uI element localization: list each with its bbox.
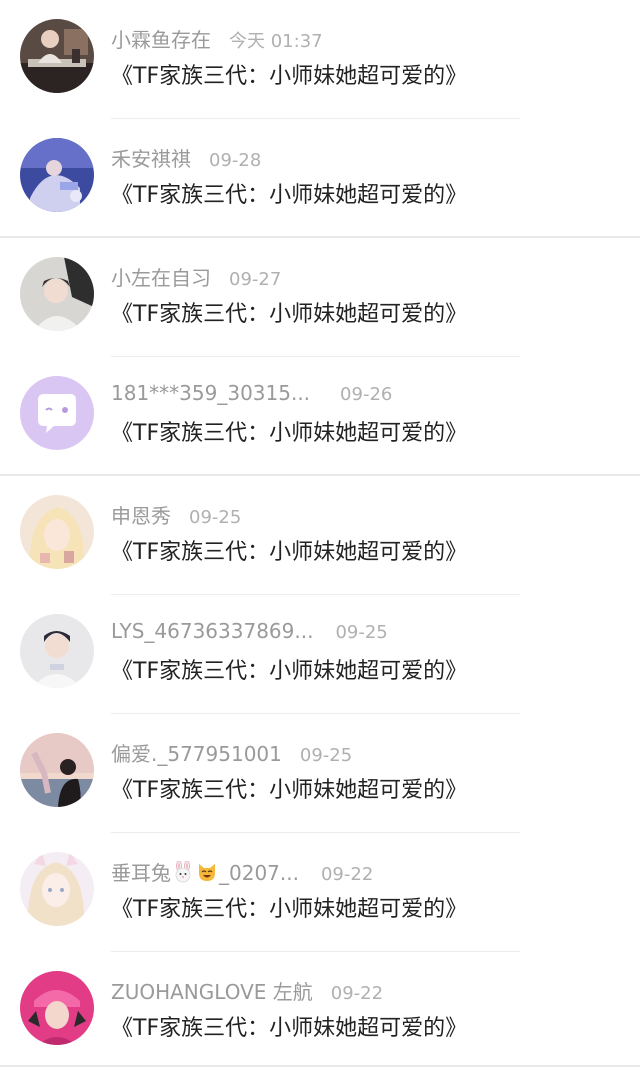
username[interactable]: 禾安祺祺 [111,143,191,172]
timestamp: 09-26 [340,384,393,405]
cat-face-icon [196,861,218,883]
comment-text: 《TF家族三代：小师妹她超可爱的》 [111,64,468,89]
blonde-girl-avatar[interactable] [20,495,94,569]
username[interactable]: 偏爱._577951001 [111,738,282,767]
person-at-desk-avatar[interactable] [20,19,94,93]
comment-meta: 小霖鱼存在 今天 01:37 [111,24,323,54]
comment-text: 《TF家族三代：小师妹她超可爱的》 [111,659,468,684]
comment-item[interactable]: ZUOHANGLOVE 左航 09-22 《TF家族三代：小师妹她超可爱的》 [0,952,640,1071]
timestamp: 09-27 [229,269,282,290]
comment-item[interactable]: 申恩秀 09-25 《TF家族三代：小师妹她超可爱的》 [0,476,640,595]
comment-text: 《TF家族三代：小师妹她超可爱的》 [111,421,468,446]
timestamp: 09-22 [330,983,384,1004]
comment-meta: 禾安祺祺 09-28 [111,143,261,173]
username[interactable]: 小左在自习 [111,262,211,291]
sunset-couple-avatar[interactable] [20,733,94,807]
timestamp: 09-25 [189,507,242,528]
timestamp: 09-25 [335,622,388,643]
username[interactable]: 181***359_30315... [111,381,310,405]
pink-hat-boy-avatar[interactable] [20,971,94,1045]
comment-item[interactable]: 181***359_30315... 09-26 《TF家族三代：小师妹她超可爱… [0,357,640,476]
comment-text: 《TF家族三代：小师妹她超可爱的》 [111,302,468,327]
timestamp: 今天 01:37 [229,31,323,52]
username-suffix: _0207... [219,861,299,885]
comment-meta: 181***359_30315... 09-26 [111,381,392,411]
comment-list: 小霖鱼存在 今天 01:37 《TF家族三代：小师妹她超可爱的》 禾安祺祺 09… [0,0,640,1067]
comment-text: 《TF家族三代：小师妹她超可爱的》 [111,183,468,208]
username-prefix: 垂耳兔 [111,861,171,885]
username[interactable]: LYS_46736337869... [111,619,313,643]
comment-meta: ZUOHANGLOVE 左航 09-22 [111,976,383,1006]
username[interactable]: 小霖鱼存在 [111,24,211,53]
comment-text: 《TF家族三代：小师妹她超可爱的》 [111,778,468,803]
comment-meta: LYS_46736337869... 09-25 [111,619,388,649]
comment-item[interactable]: 小左在自习 09-27 《TF家族三代：小师妹她超可爱的》 [0,238,640,357]
comment-meta: 垂耳兔 _0207... 09-22 [111,857,373,887]
username[interactable]: 申恩秀 [111,500,171,529]
rabbit-face-icon [172,860,194,883]
comment-text: 《TF家族三代：小师妹她超可爱的》 [111,540,468,565]
username[interactable]: ZUOHANGLOVE 左航 [111,976,313,1005]
comment-text: 《TF家族三代：小师妹她超可爱的》 [111,897,468,922]
comment-meta: 小左在自习 09-27 [111,262,281,292]
boy-portrait-avatar[interactable] [20,257,94,331]
comment-item[interactable]: 禾安祺祺 09-28 《TF家族三代：小师妹她超可爱的》 [0,119,640,238]
comment-item[interactable]: 垂耳兔 _0207... 09-22 《TF家族三代：小师妹她超可爱的》 [0,833,640,952]
comment-item[interactable]: LYS_46736337869... 09-25 《TF家族三代：小师妹她超可爱… [0,595,640,714]
comment-meta: 偏爱._577951001 09-25 [111,738,352,768]
anime-girl-avatar[interactable] [20,852,94,926]
username[interactable]: 垂耳兔 _0207... [111,857,299,886]
comment-text: 《TF家族三代：小师妹她超可爱的》 [111,1016,468,1041]
default-chat-bubble-avatar[interactable] [20,376,94,450]
timestamp: 09-28 [209,150,262,171]
concert-stage-avatar[interactable] [20,138,94,212]
comment-item[interactable]: 小霖鱼存在 今天 01:37 《TF家族三代：小师妹她超可爱的》 [0,0,640,119]
boy-white-shirt-avatar[interactable] [20,614,94,688]
timestamp: 09-22 [320,864,374,885]
timestamp: 09-25 [299,745,353,766]
comment-item[interactable]: 偏爱._577951001 09-25 《TF家族三代：小师妹她超可爱的》 [0,714,640,833]
comment-meta: 申恩秀 09-25 [111,500,241,530]
